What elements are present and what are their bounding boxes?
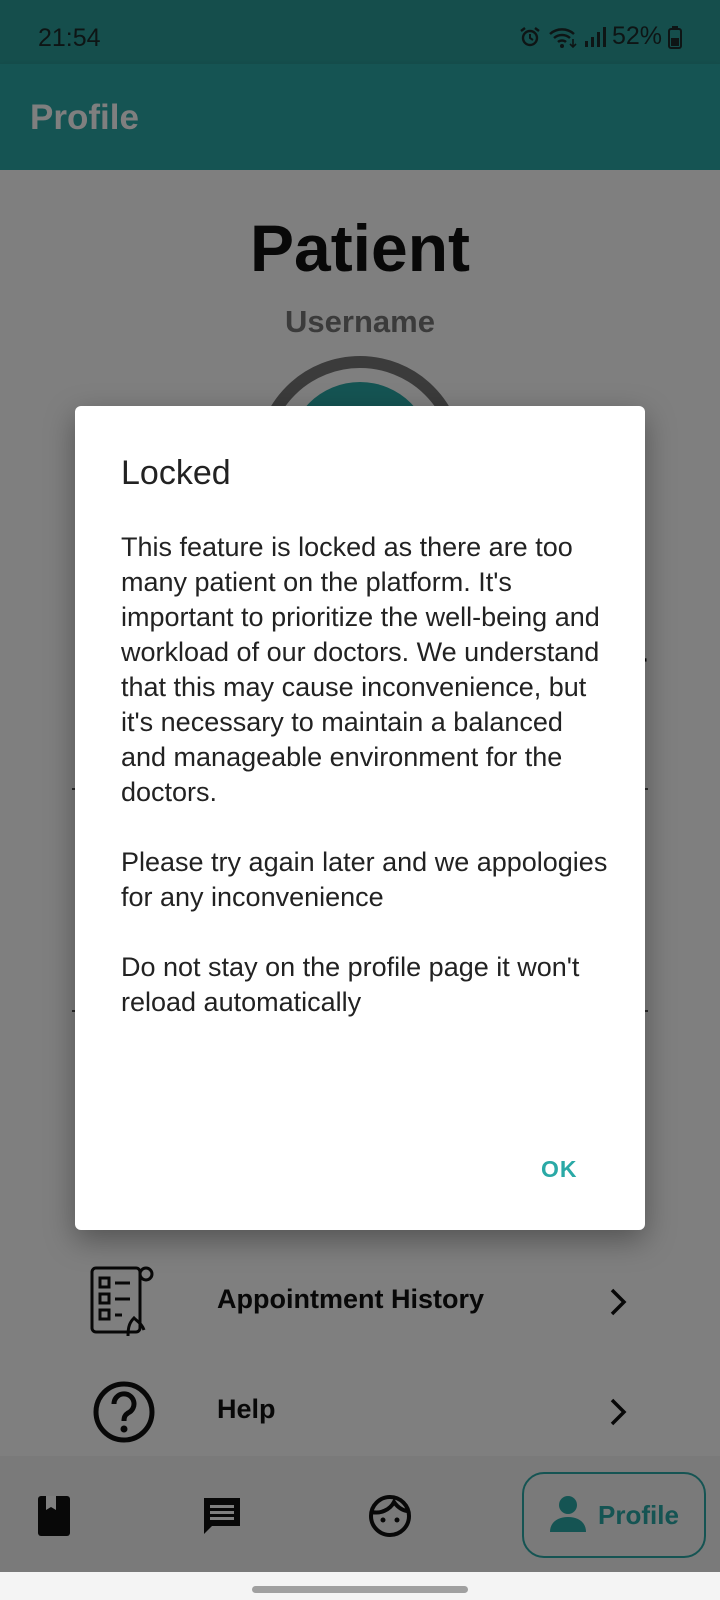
locked-dialog: Locked This feature is locked as there a… (75, 406, 645, 1230)
dialog-message: This feature is locked as there are too … (121, 530, 611, 1055)
ok-button[interactable]: OK (541, 1156, 578, 1183)
dialog-title: Locked (121, 454, 231, 492)
screen: 21:54 52% Profile Patient Username r (0, 0, 720, 1600)
system-navigation (0, 1572, 720, 1600)
dialog-paragraph: Please try again later and we appologies… (121, 847, 608, 912)
home-indicator[interactable] (252, 1586, 468, 1593)
dialog-paragraph: Do not stay on the profile page it won't… (121, 952, 580, 1017)
dialog-paragraph: This feature is locked as there are too … (121, 532, 600, 807)
